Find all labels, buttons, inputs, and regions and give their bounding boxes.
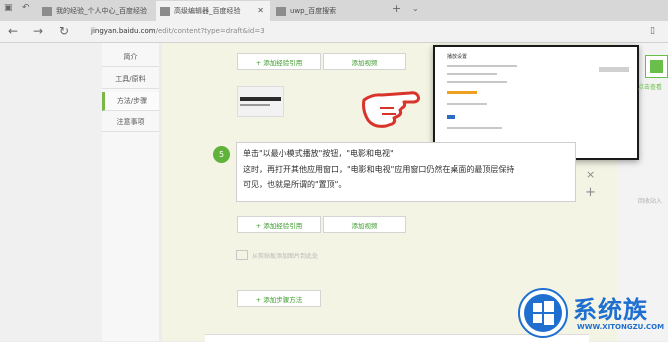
tab-my-experience[interactable]: 我的经验_个人中心_百度经验 bbox=[38, 1, 156, 21]
step-number-badge: 5 bbox=[213, 146, 230, 163]
sidenav-label: 工具/原料 bbox=[115, 75, 146, 83]
step-text-line: 可见，也就是所谓的"置顶"。 bbox=[243, 180, 347, 189]
green-square bbox=[650, 60, 663, 73]
watermark-url: WWW.XITONGZU.COM bbox=[577, 323, 665, 331]
forward-arrow-icon[interactable]: → bbox=[33, 24, 43, 38]
image-hint-text: 从剪贴板添加图片到此处 bbox=[252, 252, 319, 260]
add-video-button[interactable]: 添加视频 bbox=[323, 53, 406, 70]
popup-text-line bbox=[447, 81, 507, 83]
sidenav-item-tools[interactable]: 工具/原料 bbox=[102, 70, 159, 89]
thumbnail-line bbox=[240, 104, 270, 106]
add-step-icon[interactable]: + bbox=[585, 185, 596, 200]
address-bar: ← → ↻ jingyan.baidu.com/edit/content?typ… bbox=[0, 21, 668, 43]
tab-bar: ▣ ↶ 我的经验_个人中心_百度经验 高级编辑器_百度经验 ✕ uwp_百度搜索… bbox=[0, 0, 668, 21]
right-note: 回收站入 bbox=[638, 198, 663, 205]
back-arrow-icon[interactable]: ← bbox=[8, 24, 18, 38]
favicon-icon bbox=[160, 6, 170, 16]
section-nav: 简介 工具/原料 方法/步骤 注意事项 bbox=[102, 43, 159, 341]
sidenav-item-intro[interactable]: 简介 bbox=[102, 48, 159, 67]
watermark-brand: 系统族 bbox=[573, 296, 648, 324]
tab-label: uwp_百度搜索 bbox=[290, 7, 337, 15]
add-step-button[interactable]: + 添加步骤方法 bbox=[237, 290, 321, 307]
pointing-hand-icon bbox=[362, 91, 420, 128]
tab-list-chevron-icon[interactable]: ⌄ bbox=[412, 4, 419, 13]
sidenav-item-notes[interactable]: 注意事项 bbox=[102, 113, 159, 132]
add-video-button[interactable]: 添加视频 bbox=[323, 216, 406, 233]
popup-toggle bbox=[447, 115, 455, 119]
favicon-icon bbox=[276, 6, 286, 16]
url-path: /edit/content?type=draft&id=3 bbox=[155, 27, 265, 35]
step-number: 5 bbox=[218, 150, 225, 159]
thumbnail-bar bbox=[240, 97, 281, 101]
refresh-icon[interactable]: ↻ bbox=[59, 24, 69, 38]
card-label: 点击查看 bbox=[638, 84, 663, 91]
add-reference-button[interactable]: + 添加经验引用 bbox=[237, 216, 321, 233]
button-label: 添加视频 bbox=[351, 58, 378, 67]
left-blank-area bbox=[0, 43, 102, 341]
sidenav-label: 简介 bbox=[123, 53, 138, 61]
back-tabs-icon[interactable]: ↶ bbox=[22, 3, 30, 13]
popup-text-line bbox=[447, 73, 497, 75]
popup-text-line bbox=[447, 65, 517, 67]
button-label: + 添加经验引用 bbox=[255, 221, 303, 230]
tab-uwp-search[interactable]: uwp_百度搜索 bbox=[272, 1, 384, 21]
add-reference-button[interactable]: + 添加经验引用 bbox=[237, 53, 321, 70]
sidenav-item-steps[interactable]: 方法/步骤 bbox=[102, 92, 159, 111]
popup-text-line bbox=[447, 127, 502, 129]
step-image-thumbnail[interactable] bbox=[237, 86, 284, 117]
sidenav-label: 注意事项 bbox=[116, 118, 145, 126]
reading-view-icon[interactable]: ▯ bbox=[650, 26, 655, 36]
tab-label: 高级编辑器_百度经验 bbox=[174, 7, 241, 15]
tab-preview-icon[interactable]: ▣ bbox=[4, 3, 13, 13]
image-icon bbox=[236, 250, 248, 260]
sidenav-label: 方法/步骤 bbox=[116, 97, 148, 105]
tab-label: 我的经验_个人中心_百度经验 bbox=[56, 7, 147, 15]
popup-text-line bbox=[447, 103, 487, 105]
popup-slider bbox=[447, 91, 477, 94]
popup-title: 播放设置 bbox=[447, 54, 468, 60]
step-text-line: 单击"以最小模式播放"按钮，"电影和电视" bbox=[243, 149, 394, 158]
popup-button bbox=[599, 67, 629, 72]
url-domain: jingyan.baidu.com bbox=[91, 27, 156, 35]
image-upload-hint[interactable]: 从剪贴板添加图片到此处 bbox=[236, 250, 318, 260]
new-tab-icon[interactable]: + bbox=[392, 2, 401, 15]
button-label: 添加视频 bbox=[351, 221, 378, 230]
tab-advanced-editor[interactable]: 高级编辑器_百度经验 ✕ bbox=[156, 1, 270, 21]
windows-logo-icon bbox=[518, 288, 568, 338]
favicon-icon bbox=[42, 6, 52, 16]
url-field[interactable]: jingyan.baidu.com/edit/content?type=draf… bbox=[91, 27, 265, 35]
green-card-icon[interactable] bbox=[645, 55, 668, 78]
close-tab-icon[interactable]: ✕ bbox=[257, 6, 264, 15]
step-text-line: 这时，再打开其他应用窗口，"电影和电视"应用窗口仍然在桌面的最顶层保持 bbox=[243, 165, 515, 174]
button-label: + 添加步骤方法 bbox=[255, 295, 303, 304]
button-label: + 添加经验引用 bbox=[255, 58, 303, 67]
remove-step-icon[interactable]: × bbox=[586, 168, 595, 181]
